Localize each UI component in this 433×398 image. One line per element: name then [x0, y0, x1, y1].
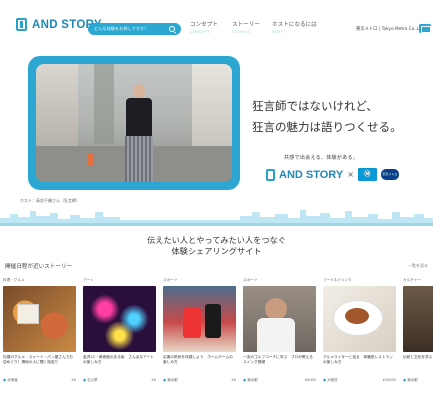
card-image: [243, 286, 316, 352]
card-category: フード＆ドリンク: [323, 278, 352, 282]
card-location: 東京都: [167, 378, 178, 382]
story-card[interactable]: カルチャー 伝統と文化を学ぶ ● 東京都 ¥0: [403, 278, 433, 396]
tagline-line-1: 狂言師ではないけれど、: [252, 99, 378, 113]
search-placeholder: どんな体験をお探しですか？: [94, 26, 149, 31]
card-meta: ● 北海道 ¥0: [3, 378, 76, 383]
card-meta: ● 東京都 ¥5000: [243, 378, 316, 383]
story-card[interactable]: スポーツ 一流のゴルフコーチに学ぶ プロが教えるスイング基礎 ● 東京都 ¥50…: [243, 278, 316, 396]
upcoming-stories-heading: 開催日程が近いストーリー: [5, 264, 73, 270]
card-image: [163, 286, 236, 352]
story-card-list: 料理・グルメ 札幌のグルメ・スイーツ・パン屋さんでお店めぐり！現地の人に聞く街巡…: [3, 278, 433, 396]
card-price: ¥10000: [382, 378, 396, 382]
company-name: 東京メトロ | Tokyo Metro Co.,Ltd.: [356, 27, 426, 32]
hero-caption: ホスト：高忠千鶴さん（狂言師）: [20, 198, 80, 203]
search-input[interactable]: どんな体験をお探しですか？: [88, 23, 181, 35]
host-figure: [122, 84, 156, 182]
card-location: 東京都: [247, 378, 258, 382]
collab-logos: AND STORY × Ⓜ 東京メトロ: [266, 168, 399, 181]
card-location: 石川県: [87, 378, 98, 382]
card-price: ¥0: [231, 378, 236, 382]
nav-stories-sub: STORIES: [232, 30, 251, 34]
story-card[interactable]: 料理・グルメ 札幌のグルメ・スイーツ・パン屋さんでお店めぐり！現地の人に聞く街巡…: [3, 278, 76, 396]
collab-x: ×: [347, 170, 354, 179]
site-header: AND STORY どんな体験をお探しですか？ コンセプト CONCEPT スト…: [0, 0, 433, 40]
card-location: 北海道: [7, 378, 18, 382]
card-title: 金沢21・美術館のある街 さんぽ＆アートの楽しみ方: [83, 355, 154, 364]
card-meta: ● 石川県 ¥0: [83, 378, 156, 383]
nav-host-sub: HOST: [272, 30, 284, 34]
hero-photo: [36, 64, 232, 182]
mail-icon[interactable]: [419, 24, 431, 33]
location-pin-icon: ●: [403, 378, 407, 382]
nav-stories-label: ストーリー: [232, 22, 260, 28]
nav-host-label: ホストになるには: [272, 22, 317, 28]
card-title: 一流のゴルフコーチに学ぶ プロが教えるスイング基礎: [243, 355, 313, 364]
hero-photo-frame: [28, 56, 240, 190]
nav-host[interactable]: ホストになるには HOST: [272, 20, 317, 34]
card-meta: ● 東京都 ¥0: [403, 378, 433, 383]
collab-logo-text: AND STORY: [279, 168, 344, 181]
location-pin-icon: ●: [243, 378, 247, 382]
tokyo-metro-wordmark: 東京メトロ: [380, 169, 399, 180]
skyline-illustration: [0, 210, 433, 226]
main-title-line-2: 体験シェアリングサイト: [171, 246, 262, 256]
hero-banner[interactable]: ホスト：高忠千鶴さん（狂言師） 狂言師ではないけれど、 狂言の魅力は語りつくせる…: [0, 44, 433, 230]
logo-book-icon: [16, 18, 27, 31]
main-title: 伝えたい人とやってみたい人をつなぐ 体験シェアリングサイト: [0, 235, 433, 257]
card-category: カルチャー: [403, 278, 421, 282]
main-title-line-1: 伝えたい人とやってみたい人をつなぐ: [147, 235, 286, 245]
hero-tagline: 狂言師ではないけれど、 狂言の魅力は語りつくせる。: [252, 96, 402, 138]
card-price: ¥5000: [304, 378, 316, 382]
tagline-line-2: 狂言の魅力は語りつくせる。: [252, 120, 402, 134]
card-image: [403, 286, 433, 352]
card-image: [3, 286, 76, 352]
collab-note: 共感で出会える、体験がある。: [284, 155, 359, 161]
nav-concept-sub: CONCEPT: [190, 30, 210, 34]
location-pin-icon: ●: [323, 378, 327, 382]
card-title: 伝統と文化を学ぶ: [403, 355, 433, 359]
card-location: 東京都: [407, 378, 418, 382]
location-pin-icon: ●: [3, 378, 7, 382]
story-card[interactable]: アート 金沢21・美術館のある街 さんぽ＆アートの楽しみ方 ● 石川県 ¥0: [83, 278, 156, 396]
card-location: 大阪府: [327, 378, 338, 382]
card-title: 応援の熱気を体感しよう ホームゲームの楽しみ方: [163, 355, 233, 364]
location-pin-icon: ●: [83, 378, 87, 382]
card-title: グルメライターと巡る 体験型レストランの楽しみ方: [323, 355, 393, 364]
nav-concept-label: コンセプト: [190, 22, 218, 28]
see-all-link[interactable]: 一覧を見る: [408, 263, 428, 269]
story-card[interactable]: フード＆ドリンク グルメライターと巡る 体験型レストランの楽しみ方 ● 大阪府 …: [323, 278, 396, 396]
search-icon[interactable]: [169, 26, 175, 32]
card-price: ¥0: [71, 378, 76, 382]
card-meta: ● 大阪府 ¥10000: [323, 378, 396, 383]
card-meta: ● 東京都 ¥0: [163, 378, 236, 383]
nav-stories[interactable]: ストーリー STORIES: [232, 20, 260, 34]
card-category: 料理・グルメ: [3, 278, 25, 282]
tokyo-metro-logo: Ⓜ: [357, 168, 377, 181]
card-category: アート: [83, 278, 94, 282]
story-card[interactable]: スポーツ 応援の熱気を体感しよう ホームゲームの楽しみ方 ● 東京都 ¥0: [163, 278, 236, 396]
card-title: 札幌のグルメ・スイーツ・パン屋さんでお店めぐり！現地の人に聞く街巡り: [3, 355, 73, 364]
card-category: スポーツ: [163, 278, 178, 282]
logo-book-icon: [266, 168, 275, 181]
card-image: [323, 286, 396, 352]
card-category: スポーツ: [243, 278, 258, 282]
location-pin-icon: ●: [163, 378, 167, 382]
card-image: [83, 286, 156, 352]
card-price: ¥0: [151, 378, 156, 382]
nav-concept[interactable]: コンセプト CONCEPT: [190, 20, 218, 34]
